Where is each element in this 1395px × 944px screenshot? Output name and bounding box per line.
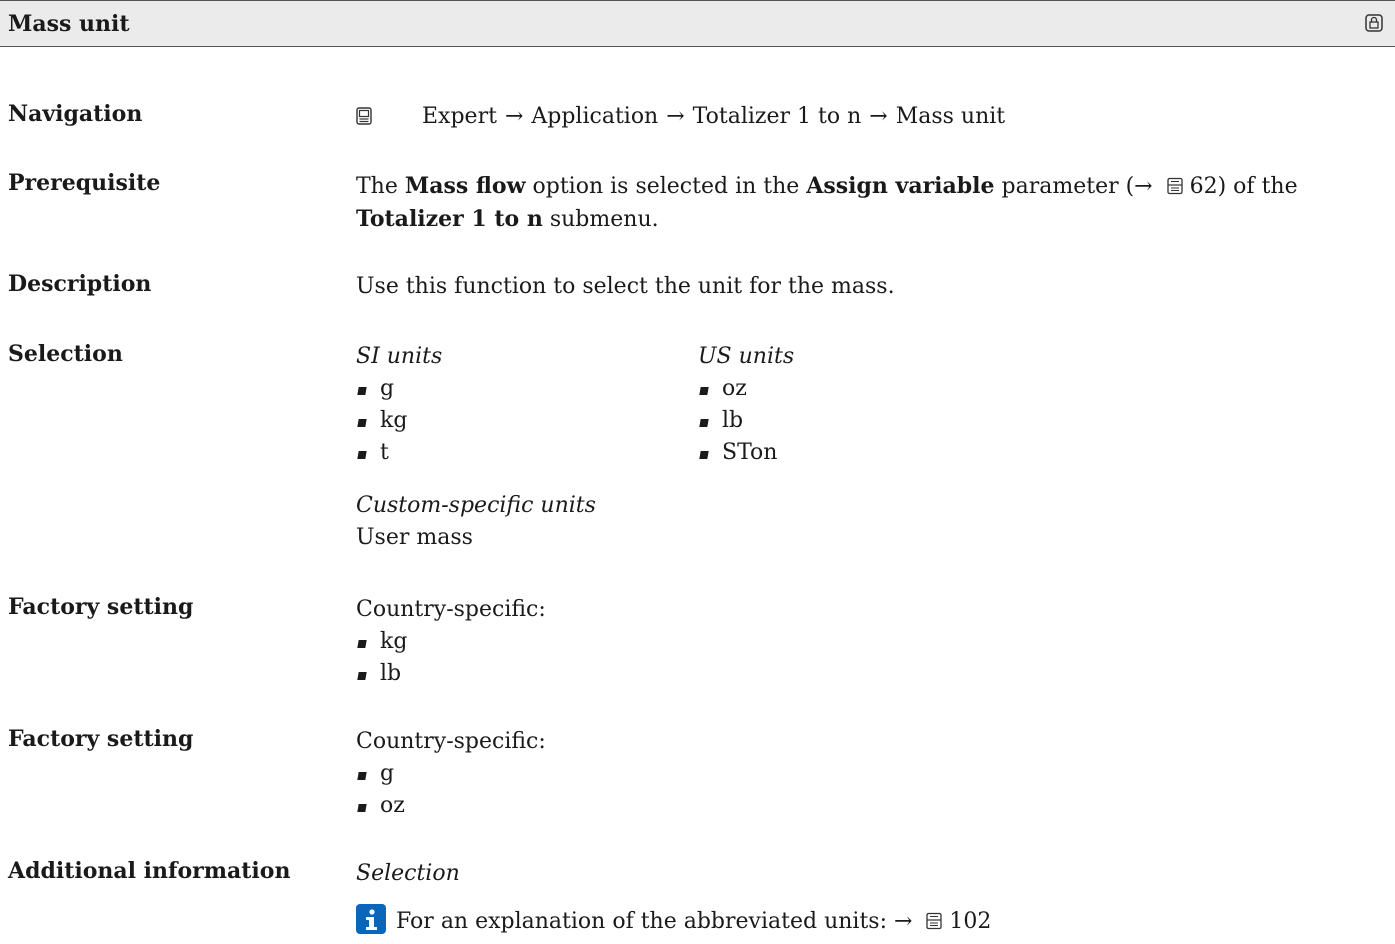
nav-separator: → bbox=[504, 104, 524, 129]
display-icon bbox=[356, 107, 372, 125]
submenu-name: Totalizer 1 to n bbox=[356, 206, 543, 232]
factory-setting-intro: Country-specific: bbox=[356, 597, 546, 622]
selection-label: Selection bbox=[8, 341, 123, 367]
section-header: Mass unit bbox=[0, 0, 1395, 47]
list-item: oz bbox=[698, 373, 794, 405]
list-item: lb bbox=[356, 658, 546, 690]
list-item: kg bbox=[356, 626, 546, 658]
page-ref-link[interactable]: 62 bbox=[1190, 174, 1218, 199]
factory-setting-list: g oz bbox=[356, 758, 546, 822]
nav-path-item: Totalizer 1 to n bbox=[692, 104, 862, 129]
page-ref-icon bbox=[1166, 177, 1183, 195]
factory-setting-label: Factory setting bbox=[8, 726, 194, 752]
list-item: STon bbox=[698, 437, 794, 469]
list-item: kg bbox=[356, 405, 442, 437]
nav-path-item: Application bbox=[531, 104, 659, 129]
text-run: The bbox=[356, 174, 405, 199]
nav-path-item: Expert bbox=[422, 104, 497, 129]
navigation-label: Navigation bbox=[8, 101, 143, 127]
option-name: Mass flow bbox=[404, 173, 526, 199]
note-text: For an explanation of the abbreviated un… bbox=[396, 909, 920, 934]
list-item: oz bbox=[356, 790, 546, 822]
additional-information-label: Additional information bbox=[8, 858, 291, 884]
info-note: For an explanation of the abbreviated un… bbox=[356, 904, 991, 938]
description-text: Use this function to select the unit for… bbox=[356, 274, 895, 299]
nav-path-item: Mass unit bbox=[895, 104, 1006, 129]
info-icon bbox=[356, 904, 386, 934]
list-item: lb bbox=[698, 405, 794, 437]
nav-separator: → bbox=[869, 104, 888, 129]
additional-information-subheading: Selection bbox=[356, 858, 460, 890]
parameter-name: Assign variable bbox=[806, 173, 995, 199]
factory-setting-intro: Country-specific: bbox=[356, 729, 546, 754]
factory-setting-list: kg lb bbox=[356, 626, 546, 690]
custom-units-heading: Custom-specific units bbox=[356, 493, 596, 518]
si-units-column: SI units g kg t bbox=[356, 341, 442, 469]
prerequisite-text: The Mass flow option is selected in the … bbox=[356, 170, 1356, 236]
custom-units-block: Custom-specific units User mass bbox=[356, 490, 596, 554]
list-item: g bbox=[356, 758, 546, 790]
navigation-path: Expert → Application → Totalizer 1 to n → Mass… bbox=[356, 101, 1005, 133]
description-label: Description bbox=[8, 271, 152, 297]
subheading-text: Selection bbox=[356, 861, 460, 886]
si-units-heading: SI units bbox=[356, 344, 443, 369]
page-title: Mass unit bbox=[8, 11, 130, 37]
factory-setting-label: Factory setting bbox=[8, 594, 194, 620]
factory-setting-value: Country-specific: kg lb bbox=[356, 594, 546, 690]
lock-icon bbox=[1365, 14, 1383, 32]
us-units-heading: US units bbox=[698, 344, 795, 369]
prerequisite-label: Prerequisite bbox=[8, 170, 161, 196]
us-units-list: oz lb STon bbox=[698, 373, 794, 469]
custom-units-value: User mass bbox=[356, 525, 473, 550]
nav-separator: → bbox=[666, 104, 685, 129]
text-run: ) of the bbox=[1217, 174, 1298, 199]
list-item: g bbox=[356, 373, 442, 405]
list-item: t bbox=[356, 437, 442, 469]
text-run: option is selected in the bbox=[525, 174, 807, 199]
text-run: parameter (→ bbox=[994, 174, 1160, 199]
us-units-column: US units oz lb STon bbox=[698, 341, 794, 469]
page-ref-icon bbox=[926, 912, 943, 930]
text-run: submenu. bbox=[542, 207, 659, 232]
si-units-list: g kg t bbox=[356, 373, 442, 469]
factory-setting-value: Country-specific: g oz bbox=[356, 726, 546, 822]
page-ref-link[interactable]: 102 bbox=[949, 909, 991, 934]
